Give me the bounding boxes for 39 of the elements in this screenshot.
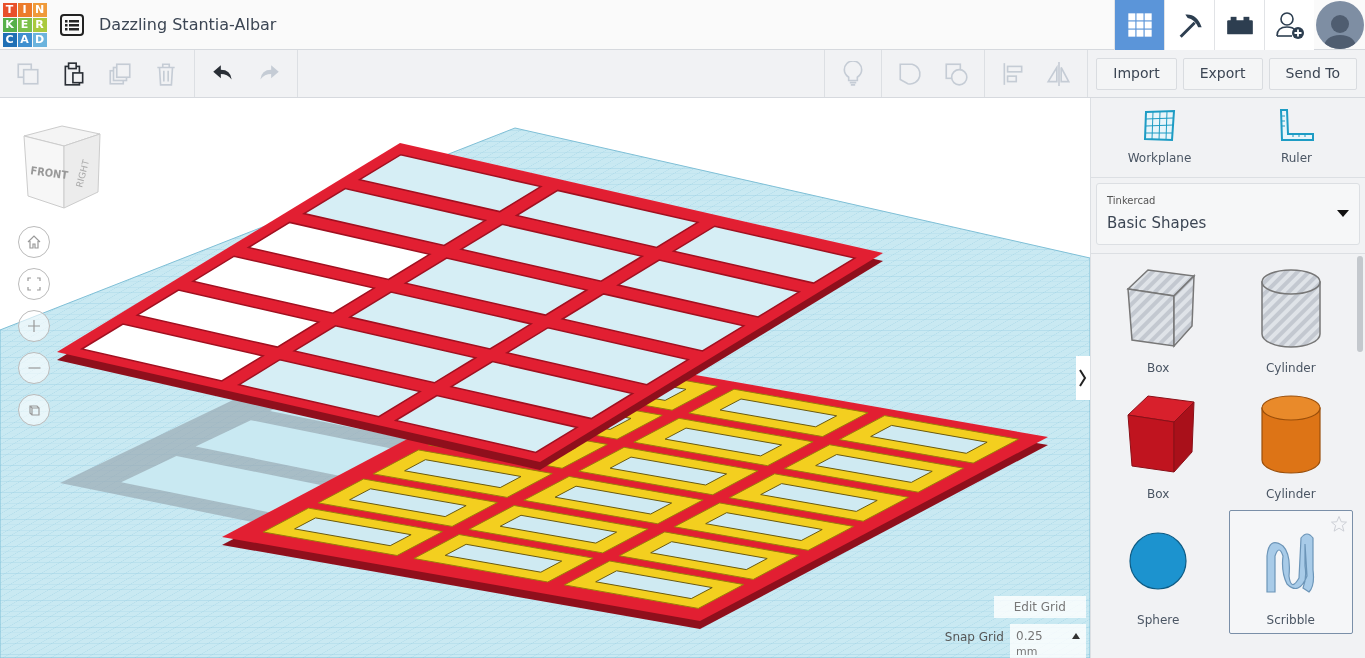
caret-icon xyxy=(1072,633,1080,639)
sphere-shape xyxy=(1128,531,1189,591)
project-title[interactable]: Dazzling Stantia-Albar xyxy=(99,12,277,37)
ruler-icon xyxy=(1278,108,1315,143)
workplane-tool[interactable]: Workplane xyxy=(1091,98,1228,177)
pickaxe-view-tab[interactable] xyxy=(1164,0,1214,50)
grid-icon xyxy=(1125,10,1154,39)
library-dropdown[interactable]: Tinkercad Basic Shapes xyxy=(1096,183,1360,245)
caret-icon xyxy=(1337,210,1349,218)
shape-tile[interactable]: Cylinder xyxy=(1228,384,1353,508)
shape-tile[interactable]: Sphere xyxy=(1096,510,1221,634)
bricks-view-tab[interactable] xyxy=(1214,0,1264,50)
shape-tile[interactable]: Scribble xyxy=(1228,510,1353,634)
snap-grid-dropdown[interactable]: 0.25 mm xyxy=(1010,624,1086,658)
zoom-out-button[interactable] xyxy=(18,352,50,384)
home-view-button[interactable] xyxy=(18,226,50,258)
shape-tile[interactable]: Box xyxy=(1096,258,1221,382)
collapse-panel-button[interactable] xyxy=(1076,356,1090,400)
scrollbar[interactable] xyxy=(1357,256,1363,352)
workplane-icon xyxy=(1142,108,1177,143)
toolbar-button[interactable]: Import xyxy=(1096,57,1177,90)
app-logo[interactable]: T I N K E R C A D xyxy=(2,2,47,47)
ortho-view-button[interactable] xyxy=(18,394,50,426)
user-avatar[interactable] xyxy=(1316,0,1364,49)
shape-tile[interactable]: Box xyxy=(1096,384,1221,508)
shape-tile[interactable]: Cylinder xyxy=(1228,258,1353,382)
fit-view-button[interactable] xyxy=(18,268,50,300)
toolbar-button[interactable]: Export xyxy=(1182,57,1263,90)
menu-icon[interactable] xyxy=(59,11,85,38)
toolbar-button[interactable]: Send To xyxy=(1268,57,1357,90)
edit-grid-button[interactable]: Edit Grid xyxy=(993,596,1086,618)
chevron-icon xyxy=(1079,369,1087,387)
ruler-tool[interactable]: Ruler xyxy=(1228,98,1365,177)
snap-unit: mm xyxy=(1016,645,1039,658)
snap-grid-label: Snap Grid xyxy=(944,629,1004,646)
snap-value: 0.25 xyxy=(1016,628,1043,645)
add-user-icon[interactable] xyxy=(1264,0,1314,50)
zoom-in-button[interactable] xyxy=(18,310,50,342)
star-icon[interactable] xyxy=(1330,515,1348,533)
